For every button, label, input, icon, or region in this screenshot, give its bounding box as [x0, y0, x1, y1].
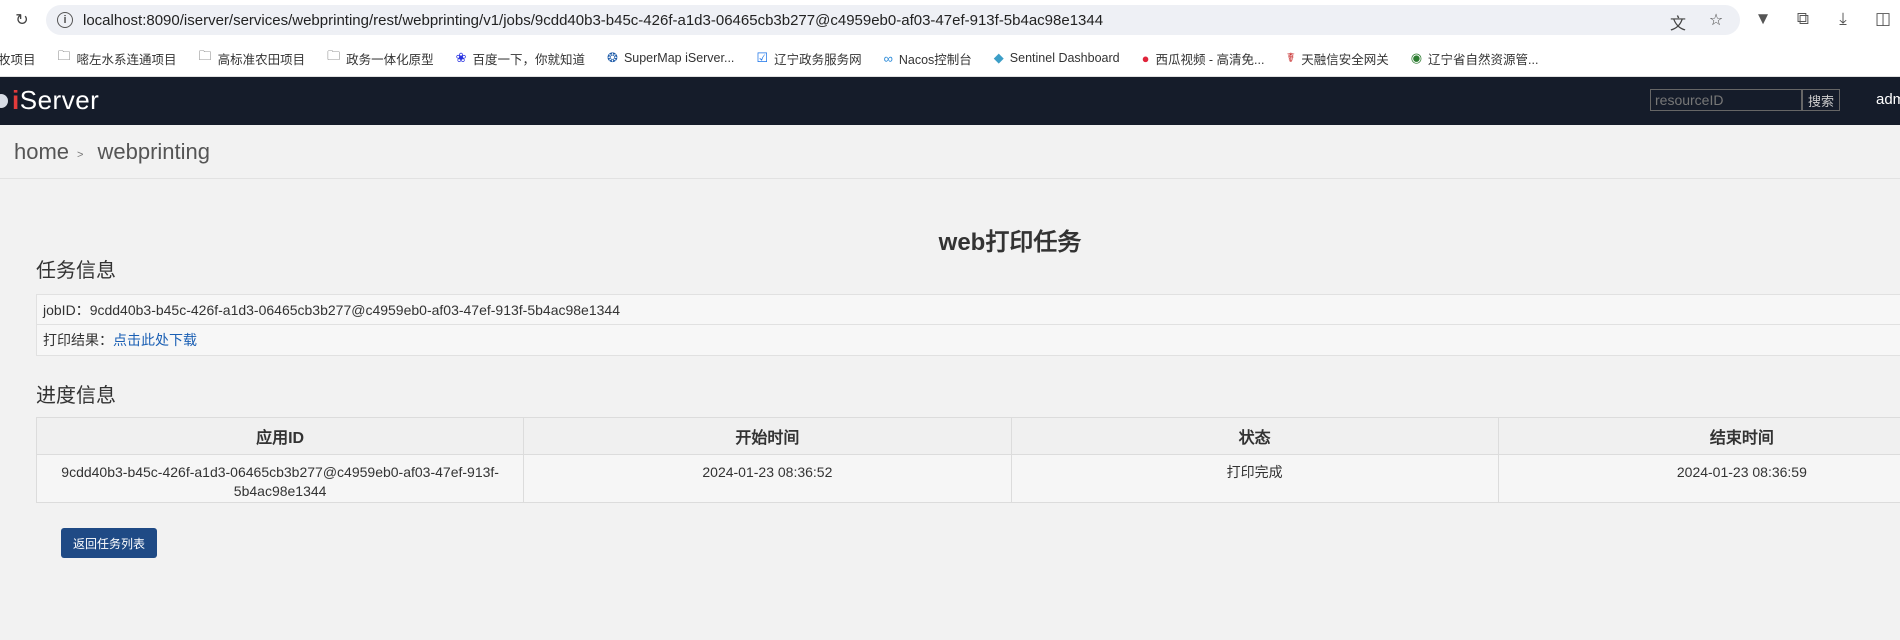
- status-cell: 打印完成: [1010, 454, 1499, 503]
- bookmark-item[interactable]: 🗀 嘧左水系连通项目: [58, 47, 177, 69]
- bookmark-item[interactable]: ☑ 辽宁政务服务网: [756, 49, 861, 68]
- column-header: 开始时间: [523, 417, 1012, 455]
- shield-icon: ☑: [756, 50, 769, 65]
- download-icon[interactable]: ⤓: [1832, 9, 1854, 29]
- job-id-row: jobID：9cdd40b3-b45c-426f-a1d3-06465cb3b2…: [36, 294, 1900, 325]
- progress-info-heading: 进度信息: [36, 385, 116, 407]
- bookmark-item[interactable]: ∞ Nacos控制台: [884, 49, 972, 68]
- seal-icon: ◉: [1410, 50, 1423, 65]
- extensions-icon[interactable]: ⧉: [1792, 9, 1814, 29]
- table-row: 9cdd40b3-b45c-426f-a1d3-06465cb3b277@c49…: [35, 454, 1900, 503]
- browser-toolbar: ↻ i localhost:8090/iserver/services/webp…: [0, 0, 1900, 40]
- gateway-icon: ☤: [1286, 50, 1296, 65]
- bookmark-item[interactable]: ◆ Sentinel Dashboard: [994, 50, 1120, 66]
- folder-icon: 🗀: [327, 48, 341, 63]
- start-time-cell: 2024-01-23 08:36:52: [523, 454, 1012, 503]
- translate-icon[interactable]: 文: [1668, 10, 1688, 34]
- vue-devtools-icon[interactable]: ▼: [1752, 9, 1774, 29]
- resource-id-search-input[interactable]: [1650, 89, 1802, 111]
- supermap-icon: ❂: [607, 50, 618, 65]
- bookmark-star-icon[interactable]: ☆: [1706, 10, 1726, 34]
- bookmark-item[interactable]: 🗀 高标准农田项目: [199, 47, 306, 69]
- app-id-cell: 9cdd40b3-b45c-426f-a1d3-06465cb3b277@c49…: [35, 454, 525, 503]
- video-icon: ●: [1141, 50, 1150, 66]
- end-time-cell: 2024-01-23 08:36:59: [1497, 454, 1900, 503]
- job-id-value: 9cdd40b3-b45c-426f-a1d3-06465cb3b277@c49…: [89, 302, 620, 318]
- download-link[interactable]: 点击此处下载: [113, 332, 197, 348]
- back-to-job-list-button[interactable]: 返回任务列表: [61, 528, 157, 558]
- url-text[interactable]: localhost:8090/iserver/services/webprint…: [83, 12, 1103, 29]
- task-info-heading: 任务信息: [36, 260, 116, 282]
- search-button[interactable]: 搜索: [1802, 89, 1840, 111]
- bookmarks-bar: 牧项目 🗀 嘧左水系连通项目 🗀 高标准农田项目 🗀 政务一体化原型 ❀ 百度一…: [0, 40, 1900, 77]
- bookmark-item[interactable]: ☤ 天融信安全网关: [1286, 49, 1388, 68]
- bookmark-item[interactable]: ◉ 辽宁省自然资源管...: [1411, 49, 1539, 68]
- infinity-icon: ∞: [883, 50, 893, 66]
- baidu-icon: ❀: [455, 50, 467, 65]
- reload-icon[interactable]: ↻: [12, 10, 32, 30]
- globe-icon: [0, 93, 8, 108]
- print-result-label: 打印结果：: [43, 332, 113, 348]
- bookmark-item[interactable]: 🗀 政务一体化原型: [327, 47, 434, 69]
- breadcrumb-separator-icon: >: [77, 148, 84, 161]
- folder-icon: 🗀: [57, 48, 71, 63]
- column-header: 应用ID: [35, 417, 525, 455]
- print-result-row: 打印结果：点击此处下载: [36, 325, 1900, 356]
- breadcrumb-home-link[interactable]: home: [14, 139, 69, 165]
- logo-text: iServer: [12, 85, 100, 115]
- site-info-icon[interactable]: i: [57, 12, 73, 28]
- task-info-box: jobID：9cdd40b3-b45c-426f-a1d3-06465cb3b2…: [36, 294, 1900, 356]
- progress-table: 应用ID 开始时间 状态 结束时间 9cdd40b3-b45c-426f-a1d…: [35, 417, 1900, 503]
- breadcrumb-current[interactable]: webprinting: [97, 139, 210, 165]
- breadcrumb: home > webprinting: [0, 125, 1900, 179]
- bookmark-item[interactable]: 牧项目: [0, 49, 36, 68]
- column-header: 结束时间: [1497, 417, 1900, 455]
- app-header: iServer 搜索 admin: [0, 77, 1900, 125]
- page-title: web打印任务: [938, 229, 1082, 256]
- user-menu[interactable]: admin: [1876, 91, 1900, 108]
- job-id-label: jobID：: [43, 302, 90, 318]
- folder-icon: 🗀: [198, 48, 212, 63]
- sentinel-icon: ◆: [993, 50, 1004, 65]
- table-header-row: 应用ID 开始时间 状态 结束时间: [35, 417, 1900, 455]
- address-bar-actions: 文 ☆: [1668, 10, 1726, 34]
- iserver-logo[interactable]: iServer: [0, 85, 99, 116]
- bookmark-item[interactable]: ❂ SuperMap iServer...: [607, 50, 734, 66]
- address-bar[interactable]: i localhost:8090/iserver/services/webpri…: [46, 5, 1740, 35]
- browser-extension-icons: ▼ ⧉ ⤓ ◫: [1752, 9, 1894, 29]
- column-header: 状态: [1010, 417, 1499, 455]
- side-panel-icon[interactable]: ◫: [1872, 9, 1894, 29]
- bookmark-item[interactable]: ❀ 百度一下，你就知道: [456, 49, 585, 68]
- bookmark-item[interactable]: ● 西瓜视频 - 高清免...: [1142, 49, 1265, 68]
